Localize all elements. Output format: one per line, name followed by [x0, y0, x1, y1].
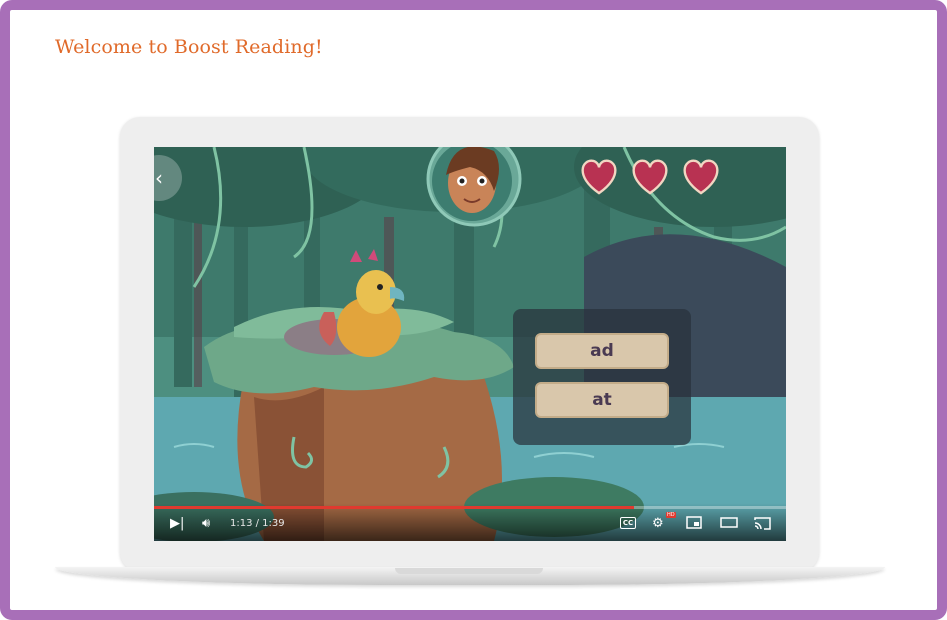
theater-icon: [720, 517, 738, 528]
next-button[interactable]: ▶|: [170, 516, 184, 532]
chevron-left-icon: ‹: [155, 166, 163, 190]
settings-icon: ⚙: [652, 516, 664, 531]
miniplayer-button[interactable]: [686, 516, 702, 534]
progress-bar[interactable]: [154, 506, 786, 509]
cast-button[interactable]: [754, 516, 771, 535]
settings-button[interactable]: ⚙: [652, 516, 664, 532]
theater-mode-button[interactable]: [720, 516, 738, 534]
progress-fill: [154, 506, 635, 509]
volume-icon: 🔊︎: [202, 516, 211, 531]
next-icon: ▶|: [170, 516, 185, 531]
answer-option-2[interactable]: at: [535, 382, 669, 418]
heart-life-icon: [632, 159, 668, 195]
hd-badge: HD: [666, 512, 676, 518]
captions-button[interactable]: CC: [620, 517, 636, 529]
heart-life-icon: [581, 159, 617, 195]
volume-button[interactable]: 🔊︎: [202, 516, 210, 532]
cast-icon: [754, 517, 771, 530]
heart-life-icon: [683, 159, 719, 195]
laptop-notch: [395, 568, 543, 574]
video-player[interactable]: ‹ ad at ▶| 🔊︎ 1:13 / 1:39 CC ⚙ HD: [154, 147, 786, 541]
answer-option-1[interactable]: ad: [535, 333, 669, 369]
miniplayer-icon: [686, 516, 702, 529]
game-scene-illustration: [154, 147, 786, 541]
answer-choices-panel: ad at: [513, 309, 691, 445]
page-title: Welcome to Boost Reading!: [55, 36, 323, 58]
time-display: 1:13 / 1:39: [230, 518, 285, 529]
